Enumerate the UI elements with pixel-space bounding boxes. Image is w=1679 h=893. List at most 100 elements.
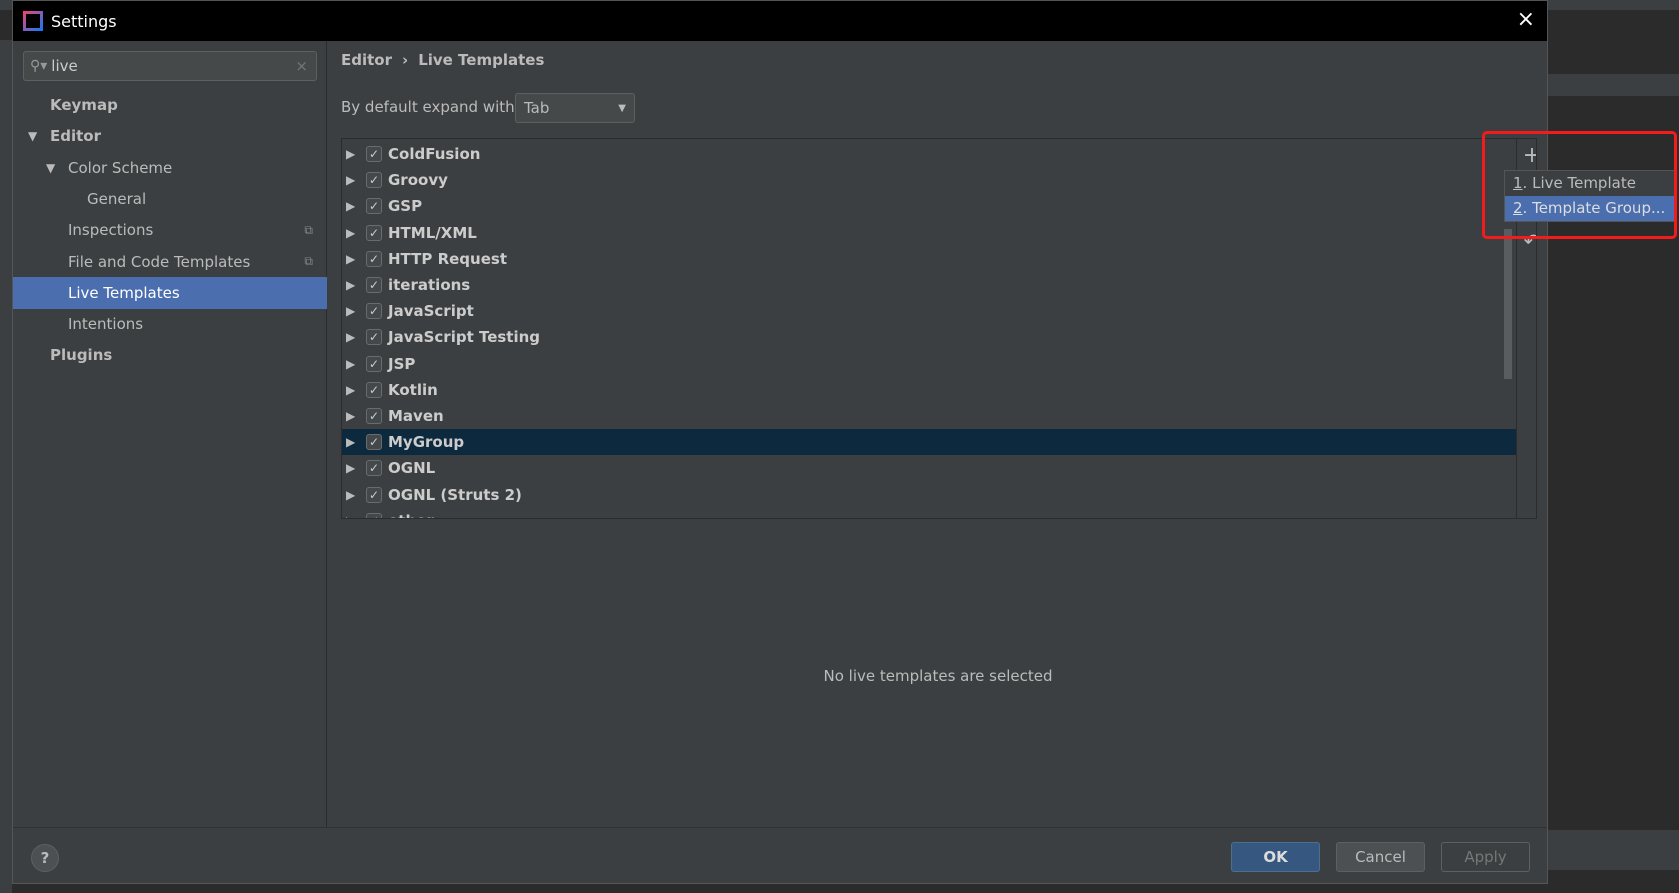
sidebar-item-editor[interactable]: ▼ Editor <box>13 120 327 152</box>
sidebar-item-label: Inspections <box>68 221 154 240</box>
group-checkbox[interactable]: ✓ <box>366 381 382 398</box>
expand-arrow-icon[interactable]: ▶ <box>346 252 355 266</box>
dropdown-value: Tab <box>524 99 550 117</box>
sidebar-item-label: Color Scheme <box>68 158 173 177</box>
sidebar-item-label: Plugins <box>50 346 113 365</box>
group-checkbox[interactable]: ✓ <box>366 146 382 162</box>
sidebar-item-file-and-code-templates[interactable]: File and Code Templates ⧉ <box>13 246 327 278</box>
group-name: Maven <box>388 407 444 425</box>
title-bar: Settings × <box>13 1 1547 41</box>
template-group-row[interactable]: ▶ ✓ GSP <box>342 193 1516 219</box>
template-group-row[interactable]: ▶ ✓ HTTP Request <box>342 246 1516 272</box>
template-group-row[interactable]: ▶ ✓ JSP <box>342 351 1516 377</box>
template-group-row[interactable]: ▶ ✓ JavaScript Testing <box>342 324 1516 350</box>
group-name: OGNL (Struts 2) <box>388 485 522 504</box>
scrollbar[interactable] <box>1504 229 1512 379</box>
sidebar-item-color-scheme[interactable]: ▼ Color Scheme <box>13 152 327 184</box>
template-group-row[interactable]: ▶ ✓ OGNL <box>342 455 1516 481</box>
empty-message: No live templates are selected <box>823 667 1053 685</box>
template-group-row[interactable]: ▶ ✓ MyGroup <box>342 429 1516 456</box>
template-group-row[interactable]: ▶ ✓ OGNL (Struts 2) <box>342 482 1516 508</box>
group-name: JSP <box>388 354 416 373</box>
expand-arrow-icon[interactable]: ▶ <box>346 409 355 423</box>
expand-arrow-icon[interactable]: ▶ <box>346 357 355 371</box>
clear-search-icon[interactable]: × <box>295 57 308 75</box>
template-group-row[interactable]: ▶ ✓ Maven <box>342 403 1516 429</box>
expand-arrow-icon[interactable]: ▶ <box>346 226 355 240</box>
live-templates-panel: Editor › Live Templates By default expand … <box>328 41 1548 827</box>
expand-arrow-icon[interactable]: ▶ <box>346 199 355 213</box>
project-settings-icon: ⧉ <box>304 254 313 268</box>
help-button[interactable]: ? <box>31 844 59 872</box>
dialog-footer: ? OK Cancel Apply <box>13 827 1547 885</box>
group-checkbox[interactable]: ✓ <box>366 224 382 241</box>
group-checkbox[interactable]: ✓ <box>366 408 382 424</box>
group-checkbox[interactable]: ✓ <box>366 512 382 518</box>
template-group-list: ▶ ✓ ColdFusion ▶ ✓ Groovy ▶ ✓ GSP ▶ ✓ HTML/XML ▶ ✓ HTT… <box>341 138 1537 519</box>
group-name: OGNL <box>388 459 436 478</box>
group-checkbox[interactable]: ✓ <box>366 355 382 372</box>
breadcrumb: Editor › Live Templates <box>341 51 554 69</box>
sidebar-item-label: Editor <box>50 127 101 146</box>
group-name: JavaScript Testing <box>388 328 541 347</box>
breadcrumb-item: Editor <box>341 51 392 69</box>
expand-arrow-icon[interactable]: ▼ <box>46 161 55 175</box>
sidebar-item-live-templates[interactable]: Live Templates <box>13 276 327 309</box>
ok-button[interactable]: OK <box>1231 842 1320 872</box>
group-name: Kotlin <box>388 380 438 399</box>
chevron-down-icon: ▼ <box>618 102 626 114</box>
group-name: Groovy <box>388 171 448 190</box>
highlight-annotation <box>1482 131 1677 239</box>
background-ide-left <box>0 40 12 893</box>
group-checkbox[interactable]: ✓ <box>366 460 382 477</box>
search-input[interactable]: ⚲▾ live × <box>23 51 317 81</box>
sidebar-item-label: Live Templates <box>68 283 180 302</box>
sidebar-item-inspections[interactable]: Inspections ⧉ <box>13 214 327 246</box>
template-group-row[interactable]: ▶ ✓ HTML/XML <box>342 220 1516 246</box>
group-name: JavaScript <box>388 302 474 321</box>
expand-arrow-icon[interactable]: ▶ <box>346 278 355 292</box>
group-checkbox[interactable]: ✓ <box>366 250 382 267</box>
template-group-row[interactable]: ▶ ✓ other <box>342 508 1516 518</box>
template-group-row[interactable]: ▶ ✓ JavaScript <box>342 298 1516 324</box>
apply-button[interactable]: Apply <box>1441 842 1530 872</box>
group-checkbox[interactable]: ✓ <box>366 172 382 189</box>
close-icon[interactable]: × <box>1517 7 1535 32</box>
expand-arrow-icon[interactable]: ▶ <box>346 461 355 475</box>
sidebar-item-keymap[interactable]: Keymap <box>13 89 327 121</box>
group-name: MyGroup <box>388 433 465 452</box>
sidebar-item-intentions[interactable]: Intentions <box>13 308 327 340</box>
breadcrumb-item: Live Templates <box>418 51 545 69</box>
expand-arrow-icon[interactable]: ▶ <box>346 383 355 397</box>
template-group-row[interactable]: ▶ ✓ Groovy <box>342 167 1516 193</box>
expand-arrow-icon[interactable]: ▶ <box>346 304 355 318</box>
template-group-row[interactable]: ▶ ✓ iterations <box>342 272 1516 298</box>
group-checkbox[interactable]: ✓ <box>366 486 382 503</box>
template-group-row[interactable]: ▶ ✓ Kotlin <box>342 377 1516 403</box>
group-name: ColdFusion <box>388 145 481 163</box>
expand-arrow-icon[interactable]: ▶ <box>346 488 355 502</box>
expand-label: By default expand with <box>341 98 515 116</box>
expand-arrow-icon[interactable]: ▼ <box>28 129 37 143</box>
group-checkbox[interactable]: ✓ <box>366 198 382 215</box>
expand-arrow-icon[interactable]: ▶ <box>346 514 355 518</box>
group-checkbox[interactable]: ✓ <box>366 303 382 320</box>
expand-arrow-icon[interactable]: ▶ <box>346 173 355 187</box>
expand-arrow-icon[interactable]: ▶ <box>346 330 355 344</box>
sidebar-item-general[interactable]: General <box>13 183 327 215</box>
ide-bottom-bar <box>1548 830 1679 870</box>
expand-arrow-icon[interactable]: ▶ <box>346 435 355 449</box>
group-checkbox[interactable]: ✓ <box>366 329 382 346</box>
cancel-button[interactable]: Cancel <box>1336 842 1425 872</box>
search-value: live <box>51 57 78 75</box>
sidebar-item-plugins[interactable]: Plugins <box>13 339 327 371</box>
group-checkbox[interactable]: ✓ <box>366 434 382 451</box>
template-group-row[interactable]: ▶ ✓ ColdFusion <box>342 141 1516 167</box>
group-checkbox[interactable]: ✓ <box>366 277 382 293</box>
group-name: iterations <box>388 276 471 294</box>
search-icon: ⚲▾ <box>30 58 48 74</box>
expand-arrow-icon[interactable]: ▶ <box>346 147 355 161</box>
intellij-logo-icon <box>23 11 43 31</box>
group-name: other <box>388 512 434 518</box>
expand-with-dropdown[interactable]: Tab ▼ <box>515 93 635 123</box>
